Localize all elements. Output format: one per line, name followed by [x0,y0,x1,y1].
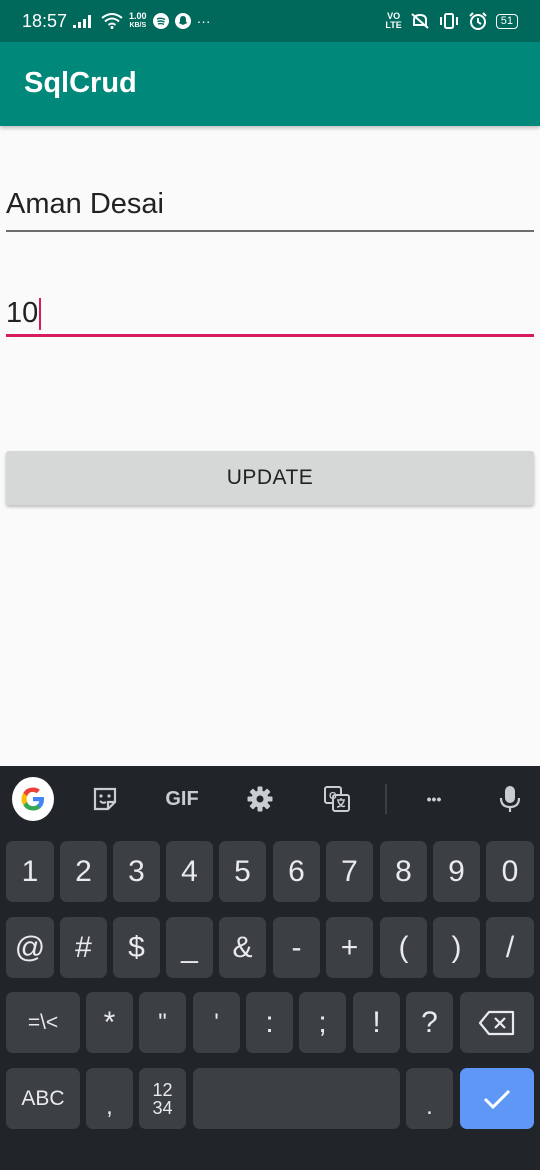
keyboard-toolbar: GIF G ••• [0,766,540,832]
key-slash[interactable]: / [486,917,534,978]
key-asterisk[interactable]: * [86,992,133,1053]
key-4[interactable]: 4 [166,841,213,902]
settings-gear-icon[interactable] [239,778,281,820]
overflow-icon: ··· [196,13,211,29]
key-6[interactable]: 6 [273,841,320,902]
checkmark-icon [483,1089,511,1109]
key-semicolon[interactable]: ; [299,992,346,1053]
number-field[interactable]: 10 [6,293,534,337]
microphone-icon[interactable] [489,778,531,820]
name-field[interactable]: Aman Desai [6,188,534,232]
svg-text:G: G [329,791,337,802]
numpad-switch-key[interactable]: 12 34 [139,1068,186,1129]
key-comma[interactable]: , [86,1068,133,1129]
translate-icon[interactable]: G [316,778,358,820]
text-caret [39,297,42,330]
key-single-quote[interactable]: ' [193,992,240,1053]
spotify-icon [152,13,169,29]
wifi-icon [101,13,123,29]
abc-switch-key[interactable]: ABC [6,1068,80,1129]
key-open-paren[interactable]: ( [380,917,427,978]
key-ampersand[interactable]: & [219,917,266,978]
update-button[interactable]: UPDATE [6,451,534,505]
enter-key[interactable] [460,1068,534,1129]
key-exclamation[interactable]: ! [353,992,400,1053]
key-5[interactable]: 5 [219,841,266,902]
google-search-button[interactable] [12,777,54,821]
backspace-key[interactable] [460,992,534,1053]
key-0[interactable]: 0 [486,841,534,902]
numpad-key-top: 12 [152,1079,173,1100]
key-double-quote[interactable]: " [139,992,186,1053]
backspace-icon [478,1010,515,1035]
key-plus[interactable]: + [326,917,373,978]
status-bar: 18:57 1.00 KB/S ··· VO LTE 51 [0,0,540,42]
key-9[interactable]: 9 [433,841,480,902]
alarm-icon [469,12,487,30]
gif-button[interactable]: GIF [160,778,204,820]
google-g-icon [12,777,54,821]
key-3[interactable]: 3 [113,841,160,902]
key-7[interactable]: 7 [326,841,373,902]
numpad-key-bottom: 34 [152,1097,173,1118]
signal-icon [73,15,92,28]
sticker-icon[interactable] [84,778,126,820]
key-2[interactable]: 2 [60,841,107,902]
network-speed-value: 1.00 [129,11,147,21]
network-speed: 1.00 KB/S [129,12,147,30]
volte-bottom: LTE [385,20,402,30]
app-bar: SqlCrud [0,42,540,126]
key-hash[interactable]: # [60,917,107,978]
key-underscore[interactable]: _ [166,917,213,978]
key-1[interactable]: 1 [6,841,54,902]
key-period[interactable]: . [406,1068,453,1129]
key-colon[interactable]: : [246,992,293,1053]
key-at[interactable]: @ [6,917,54,978]
snapchat-icon [174,13,191,29]
volte-indicator: VO LTE [385,12,401,30]
status-time: 18:57 [22,10,68,31]
number-field-value: 10 [6,297,39,329]
key-dollar[interactable]: $ [113,917,160,978]
soft-keyboard: GIF G ••• 1 2 3 4 5 6 7 8 9 0 @ # $ _ & … [0,766,540,1170]
battery-indicator: 51 [495,13,518,29]
toolbar-divider [385,784,387,814]
key-8[interactable]: 8 [380,841,427,902]
key-minus[interactable]: - [273,917,320,978]
app-title: SqlCrud [24,67,137,99]
network-speed-unit: KB/S [129,22,147,29]
key-more-symbols[interactable]: =\< [6,992,80,1053]
space-key[interactable] [193,1068,400,1129]
more-options-button[interactable]: ••• [413,778,455,820]
key-close-paren[interactable]: ) [433,917,480,978]
mute-icon [411,13,429,29]
vibrate-icon [439,13,458,29]
key-question[interactable]: ? [406,992,453,1053]
